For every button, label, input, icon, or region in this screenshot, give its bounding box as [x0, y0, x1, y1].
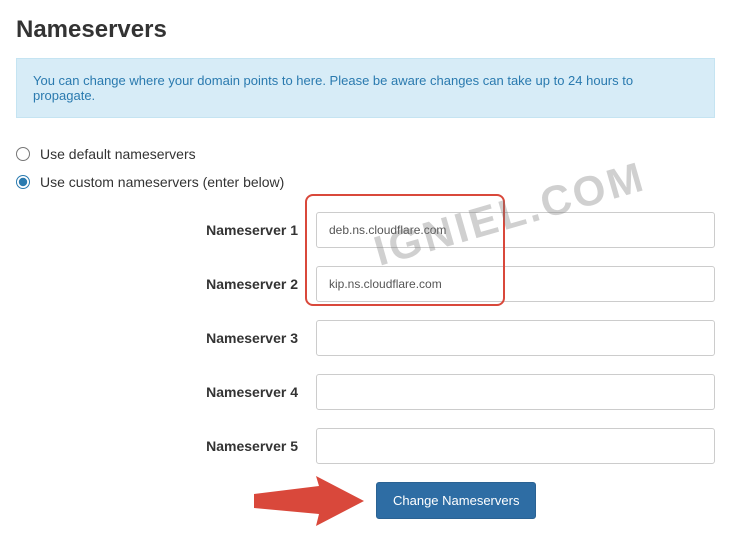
- page-title: Nameservers: [16, 16, 715, 44]
- nameserver-row-4: Nameserver 4: [16, 374, 715, 410]
- radio-default-input[interactable]: [16, 147, 30, 161]
- change-nameservers-button[interactable]: Change Nameservers: [376, 482, 536, 519]
- nameserver-row-1: Nameserver 1: [16, 212, 715, 248]
- nameserver-label-2: Nameserver 2: [16, 276, 316, 292]
- nameserver-label-4: Nameserver 4: [16, 384, 316, 400]
- nameserver-input-3[interactable]: [316, 320, 715, 356]
- radio-custom-label: Use custom nameservers (enter below): [40, 174, 284, 190]
- nameserver-row-3: Nameserver 3: [16, 320, 715, 356]
- radio-custom-nameservers[interactable]: Use custom nameservers (enter below): [16, 174, 715, 190]
- arrow-icon: [254, 476, 364, 526]
- nameserver-label-5: Nameserver 5: [16, 438, 316, 454]
- nameserver-label-3: Nameserver 3: [16, 330, 316, 346]
- nameserver-input-2[interactable]: [316, 266, 715, 302]
- nameserver-input-1[interactable]: [316, 212, 715, 248]
- info-alert: You can change where your domain points …: [16, 58, 715, 118]
- nameserver-input-4[interactable]: [316, 374, 715, 410]
- nameserver-label-1: Nameserver 1: [16, 222, 316, 238]
- nameserver-row-2: Nameserver 2: [16, 266, 715, 302]
- nameserver-mode-group: Use default nameservers Use custom names…: [16, 146, 715, 190]
- radio-custom-input[interactable]: [16, 175, 30, 189]
- radio-default-nameservers[interactable]: Use default nameservers: [16, 146, 715, 162]
- nameserver-row-5: Nameserver 5: [16, 428, 715, 464]
- submit-row: Change Nameservers: [16, 482, 715, 519]
- nameserver-fields: Nameserver 1 Nameserver 2 Nameserver 3 N…: [16, 212, 715, 464]
- nameserver-input-5[interactable]: [316, 428, 715, 464]
- radio-default-label: Use default nameservers: [40, 146, 196, 162]
